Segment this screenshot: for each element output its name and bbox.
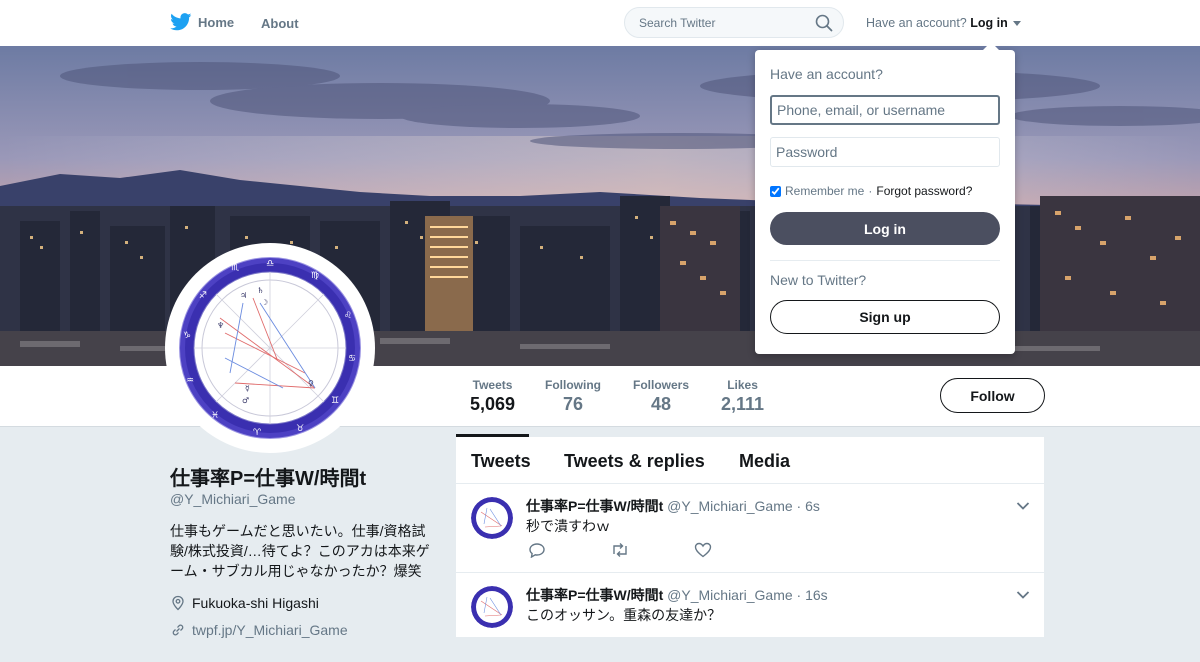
profile-name: 仕事率P=仕事W/時間t [170, 468, 367, 490]
tweet-author-handle[interactable]: @Y_Michiari_Game [667, 587, 792, 603]
stat-likes-label: Likes [727, 378, 758, 392]
svg-text:♈: ♈ [253, 428, 262, 438]
tweet-timestamp[interactable]: · 16s [797, 587, 828, 603]
tab-media[interactable]: Media [739, 451, 790, 472]
profile-location: Fukuoka-shi Higashi [170, 595, 319, 611]
tweet-avatar[interactable] [471, 497, 513, 539]
username-input[interactable] [770, 95, 1000, 125]
login-menu[interactable]: Have an account? Log in [866, 16, 1022, 30]
tweet-author-name[interactable]: 仕事率P=仕事W/時間t [526, 498, 663, 514]
profile-avatar[interactable]: ♎ ♍ ♌ ♋ ♊ ♉ ♈ ♓ ♒ ♑ ♐ ♏ ♃ ♄ ☽ ♆ ♀ ♂ ☿ [165, 243, 375, 453]
svg-text:♂: ♂ [242, 396, 249, 405]
login-dropdown-title: Have an account? [770, 66, 883, 82]
chevron-down-icon[interactable] [1016, 501, 1030, 511]
svg-text:♎: ♎ [266, 259, 274, 269]
svg-text:♓: ♓ [211, 411, 219, 421]
svg-text:♏: ♏ [231, 263, 239, 273]
stat-tweets-label: Tweets [472, 378, 513, 392]
login-button[interactable]: Log in [770, 212, 1000, 245]
forgot-password-link[interactable]: Forgot password? [876, 184, 972, 198]
profile-bio: 仕事もゲームだと思いたい。仕事/資格試験/株式投資/…待てよ？このアカは本来ゲー… [170, 523, 430, 579]
stat-following[interactable]: Following 76 [545, 378, 601, 415]
stat-tweets[interactable]: Tweets 5,069 [456, 378, 530, 437]
link-icon [172, 624, 184, 636]
profile-handle[interactable]: @Y_Michiari_Game [170, 491, 295, 507]
signup-button[interactable]: Sign up [770, 300, 1000, 334]
profile-location-text: Fukuoka-shi Higashi [192, 595, 319, 611]
profile-url-text[interactable]: twpf.jp/Y_Michiari_Game [192, 622, 348, 638]
tweet-item[interactable]: 仕事率P=仕事W/時間t @Y_Michiari_Game · 16s このオッ… [456, 573, 1044, 662]
remember-me-checkbox[interactable] [770, 185, 781, 197]
reply-icon[interactable] [528, 542, 546, 558]
tweet-text: このオッサン。重森の友達か？ [526, 607, 722, 623]
avatar-chart-image: ♎ ♍ ♌ ♋ ♊ ♉ ♈ ♓ ♒ ♑ ♐ ♏ ♃ ♄ ☽ ♆ ♀ ♂ ☿ [179, 257, 361, 439]
search-input[interactable] [637, 15, 811, 31]
password-input[interactable] [770, 137, 1000, 167]
dropdown-divider [770, 260, 1000, 261]
tweet-timestamp[interactable]: · 6s [797, 498, 820, 514]
dropdown-arrow [983, 42, 999, 50]
stat-followers[interactable]: Followers 48 [633, 378, 689, 415]
login-link[interactable]: Log in [970, 16, 1008, 30]
timeline-tabs: Tweets Tweets & replies Media [456, 437, 1044, 484]
stat-following-value: 76 [562, 394, 584, 414]
tweet-actions [528, 542, 712, 558]
stat-likes-value: 2,111 [721, 394, 765, 414]
timeline: Tweets Tweets & replies Media 仕事率P=仕事W/時… [456, 437, 1044, 662]
stat-tweets-value: 5,069 [470, 394, 516, 414]
login-dropdown: Have an account? Remember me · Forgot pa… [755, 42, 1015, 354]
svg-text:♑: ♑ [183, 331, 191, 341]
svg-text:☿: ☿ [245, 384, 250, 393]
stat-followers-value: 48 [650, 394, 672, 414]
svg-text:♒: ♒ [186, 376, 194, 386]
stat-followers-label: Followers [633, 378, 690, 392]
follow-button[interactable]: Follow [940, 378, 1045, 413]
twitter-bird-icon [170, 13, 192, 31]
tweet-header: 仕事率P=仕事W/時間t @Y_Michiari_Game · 6s [526, 496, 820, 516]
remember-me-label[interactable]: Remember me [785, 184, 864, 198]
profile-url[interactable]: twpf.jp/Y_Michiari_Game [170, 622, 348, 638]
caret-down-icon [1013, 21, 1022, 27]
search-icon[interactable] [815, 14, 833, 32]
nav-about[interactable]: About [261, 16, 299, 31]
tweet-author-handle[interactable]: @Y_Michiari_Game [667, 498, 792, 514]
nav-home[interactable]: Home [170, 13, 234, 31]
tweet-header: 仕事率P=仕事W/時間t @Y_Michiari_Game · 16s [526, 585, 828, 605]
svg-text:♍: ♍ [311, 271, 319, 281]
svg-text:♀: ♀ [308, 379, 314, 388]
svg-text:♌: ♌ [344, 311, 352, 321]
stat-following-label: Following [545, 378, 601, 392]
remember-me-row: Remember me · Forgot password? [770, 184, 972, 198]
stat-likes[interactable]: Likes 2,111 [721, 378, 764, 415]
tab-tweets-replies[interactable]: Tweets & replies [564, 451, 705, 472]
location-icon [172, 595, 184, 611]
separator-dot: · [868, 184, 873, 198]
svg-text:♐: ♐ [199, 291, 207, 301]
tweet-text: 秒で潰すわｗ [526, 518, 610, 534]
svg-text:♃: ♃ [240, 291, 247, 300]
tweet-avatar[interactable] [471, 586, 513, 628]
tweet-author-name[interactable]: 仕事率P=仕事W/時間t [526, 587, 663, 603]
svg-text:♄: ♄ [257, 286, 264, 295]
svg-text:♊: ♊ [331, 396, 339, 406]
search-box [624, 7, 844, 38]
chevron-down-icon[interactable] [1016, 590, 1030, 600]
svg-text:♋: ♋ [348, 354, 356, 364]
svg-text:♉: ♉ [296, 424, 304, 434]
nav-home-label: Home [198, 14, 235, 30]
tab-tweets[interactable]: Tweets [471, 451, 531, 472]
tweet-item[interactable]: 仕事率P=仕事W/時間t @Y_Michiari_Game · 6s 秒で潰すわ… [456, 484, 1044, 573]
retweet-icon[interactable] [610, 542, 630, 558]
top-bar: Home About Have an account? Log in [0, 0, 1200, 47]
like-icon[interactable] [694, 542, 712, 558]
have-account-text: Have an account? [866, 16, 967, 30]
svg-text:♆: ♆ [217, 321, 224, 330]
svg-text:☽: ☽ [261, 298, 268, 307]
new-to-twitter-text: New to Twitter? [770, 272, 867, 288]
